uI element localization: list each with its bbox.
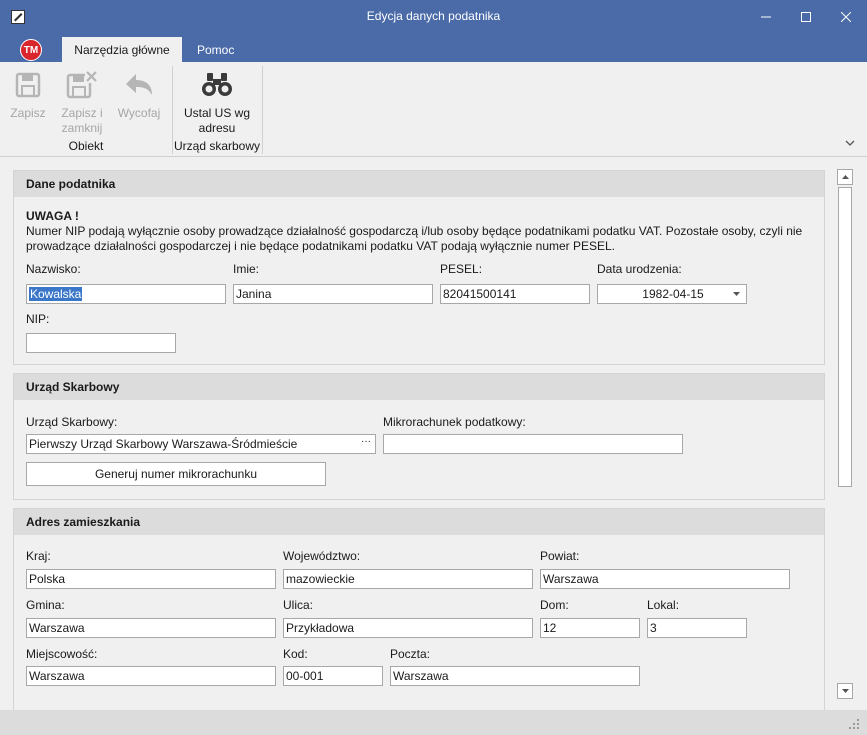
save-close-button[interactable]: Zapisz i zamknij [57,70,107,136]
app-logo[interactable]: TM [20,39,42,61]
county-label: Powiat: [540,549,580,563]
section-header: Adres zamieszkania [14,509,824,535]
undo-button[interactable]: Wycofaj [113,70,165,121]
section-tax-office: Urząd Skarbowy Urząd Skarbowy: Pierwszy … [13,373,825,500]
surname-input[interactable]: Kowalska [26,284,226,304]
street-label: Ulica: [283,598,314,612]
dropdown-arrow-icon [733,292,740,296]
undo-label: Wycofaj [117,106,161,120]
section-header: Dane podatnika [14,171,824,197]
ribbon: Zapisz Zapisz i zamknij Wycofaj Ustal US… [0,62,867,157]
flat-label: Lokal: [647,598,680,612]
micro-account-label: Mikrorachunek podatkowy: [383,415,526,429]
section-header: Urząd Skarbowy [14,374,824,400]
group-label-object: Obiekt [68,139,104,153]
commune-input[interactable]: Warszawa [26,618,276,638]
warning-text: Numer NIP podają wyłącznie osoby prowadz… [26,224,803,253]
tax-office-label: Urząd Skarbowy: [26,415,118,429]
birth-date-label: Data urodzenia: [597,262,682,276]
ribbon-tabs: TM Narzędzia główne Pomoc [0,34,867,62]
set-tax-office-label: Ustal US wg adresu [183,106,251,135]
group-label-tax-office: Urząd skarbowy [173,139,261,153]
undo-icon [126,74,152,95]
house-label: Dom: [540,598,569,612]
resize-grip-icon[interactable] [849,719,859,729]
binoculars-icon [202,73,232,96]
birth-date-picker[interactable]: 1982-04-15 [597,284,747,304]
postal-code-label: Kod: [283,647,308,661]
country-input[interactable]: Polska [26,569,276,589]
county-input[interactable]: Warszawa [540,569,790,589]
tax-office-value: Pierwszy Urząd Skarbowy Warszawa-Śródmie… [29,437,298,451]
name-input[interactable]: Janina [233,284,433,304]
voivodeship-input[interactable]: mazowieckie [283,569,533,589]
minimize-icon [761,16,771,18]
nip-input[interactable] [26,333,176,353]
vertical-scrollbar[interactable] [837,169,853,699]
tab-home[interactable]: Narzędzia główne [62,37,182,62]
street-input[interactable]: Przykładowa [283,618,533,638]
post-office-label: Poczta: [390,647,431,661]
house-input[interactable]: 12 [540,618,640,638]
close-button[interactable] [823,0,867,34]
status-bar [0,710,867,735]
close-icon [841,12,851,22]
surname-label: Nazwisko: [26,262,81,276]
name-label: Imie: [233,262,260,276]
floppy-close-icon [66,71,97,99]
maximize-icon [801,12,811,22]
scroll-down-icon[interactable] [837,683,853,699]
tab-help[interactable]: Pomoc [185,37,246,62]
save-label: Zapisz [10,106,46,120]
save-close-label: Zapisz i zamknij [61,106,103,135]
window-title: Edycja danych podatnika [366,9,501,23]
group-separator [262,66,263,154]
section-taxpayer: Dane podatnika UWAGA ! Numer NIP podają … [13,170,825,365]
floppy-icon [15,72,41,98]
country-label: Kraj: [26,549,51,563]
post-office-input[interactable]: Warszawa [390,666,640,686]
commune-label: Gmina: [26,598,65,612]
voivodeship-label: Województwo: [283,549,361,563]
surname-value: Kowalska [29,287,83,301]
postal-code-input[interactable]: 00-001 [283,666,383,686]
title-bar: Edycja danych podatnika [0,0,867,34]
city-input[interactable]: Warszawa [26,666,276,686]
birth-date-value: 1982-04-15 [642,287,704,301]
scroll-up-icon[interactable] [837,169,853,185]
save-button[interactable]: Zapisz [8,70,48,121]
form-area: Dane podatnika UWAGA ! Numer NIP podają … [0,158,867,710]
warning-title: UWAGA ! [26,209,79,223]
tax-office-field[interactable]: Pierwszy Urząd Skarbowy Warszawa-Śródmie… [26,434,376,454]
flat-input[interactable]: 3 [647,618,747,638]
city-label: Miejscowość: [26,647,98,661]
micro-account-input[interactable] [383,434,683,454]
ribbon-collapse-icon[interactable] [845,140,855,146]
pesel-input[interactable]: 82041500141 [440,284,590,304]
nip-label: NIP: [26,312,50,326]
scrollbar-thumb[interactable] [838,187,852,487]
generate-micro-account-button[interactable]: Generuj numer mikrorachunku [26,462,326,486]
ellipsis-icon[interactable]: ··· [361,436,371,447]
section-address: Adres zamieszkania Kraj: Polska Wojewódz… [13,508,825,710]
set-tax-office-button[interactable]: Ustal US wg adresu [180,70,254,136]
pesel-label: PESEL: [440,262,483,276]
